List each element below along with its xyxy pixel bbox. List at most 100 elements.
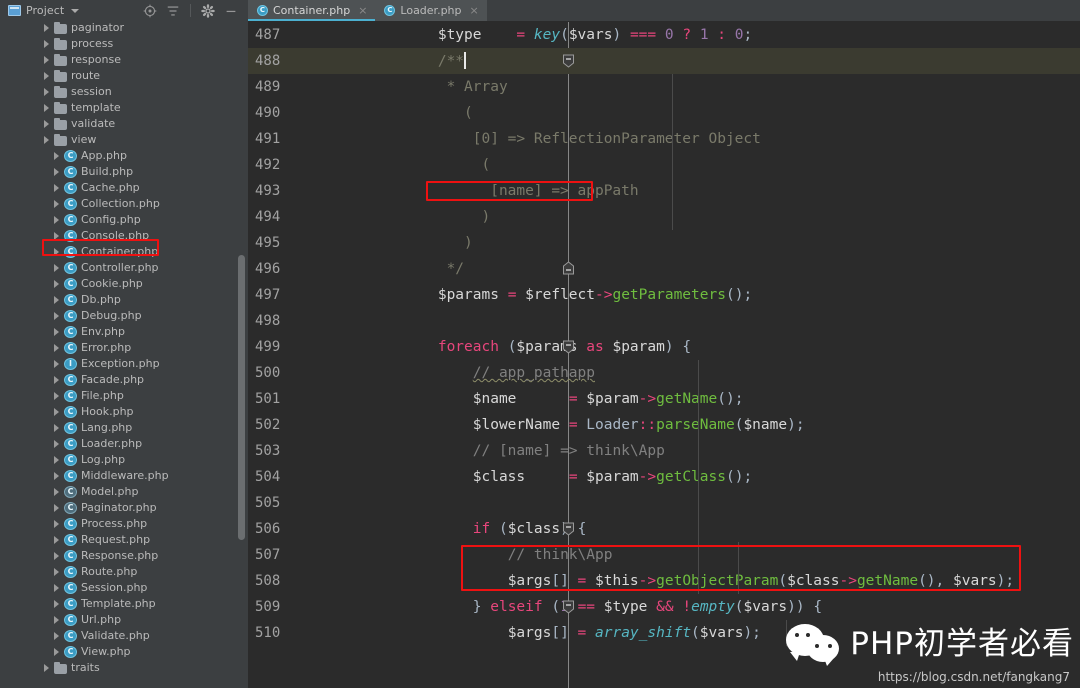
code-line-487[interactable]: 487 $type = key($vars) === 0 ? 1 : 0;: [248, 22, 1080, 48]
code-text[interactable]: } elseif (1 == $type && !empty($vars)) {: [368, 599, 822, 615]
chevron-right-icon[interactable]: [54, 520, 59, 528]
chevron-right-icon[interactable]: [54, 616, 59, 624]
tree-item-log-php[interactable]: C Log.php: [0, 452, 248, 468]
tree-item-validate-php[interactable]: C Validate.php: [0, 628, 248, 644]
collapse-target-icon[interactable]: [143, 4, 157, 18]
tree-item-cache-php[interactable]: C Cache.php: [0, 180, 248, 196]
tree-item-console-php[interactable]: C Console.php: [0, 228, 248, 244]
chevron-right-icon[interactable]: [54, 200, 59, 208]
tree-item-request-php[interactable]: C Request.php: [0, 532, 248, 548]
collapse-all-icon[interactable]: [166, 4, 180, 18]
tree-item-paginator-php[interactable]: C Paginator.php: [0, 500, 248, 516]
code-line-495[interactable]: 495 ): [248, 230, 1080, 256]
code-text[interactable]: (: [368, 105, 473, 121]
fold-toggle-icon-499[interactable]: [561, 339, 576, 354]
tree-item-cookie-php[interactable]: C Cookie.php: [0, 276, 248, 292]
fold-toggle-icon-496[interactable]: [561, 261, 576, 276]
fold-toggle-icon-506[interactable]: [561, 521, 576, 536]
chevron-right-icon[interactable]: [54, 392, 59, 400]
chevron-right-icon[interactable]: [44, 136, 49, 144]
chevron-right-icon[interactable]: [44, 40, 49, 48]
tree-item-collection-php[interactable]: C Collection.php: [0, 196, 248, 212]
tree-item-db-php[interactable]: C Db.php: [0, 292, 248, 308]
tree-item-debug-php[interactable]: C Debug.php: [0, 308, 248, 324]
chevron-right-icon[interactable]: [44, 104, 49, 112]
code-text[interactable]: [name] => appPath: [368, 183, 638, 199]
chevron-right-icon[interactable]: [54, 280, 59, 288]
code-line-508[interactable]: 508 $args[] = $this->getObjectParam($cla…: [248, 568, 1080, 594]
tree-item-file-php[interactable]: C File.php: [0, 388, 248, 404]
chevron-right-icon[interactable]: [54, 376, 59, 384]
editor-tab-container-php[interactable]: C Container.php ×: [248, 0, 376, 21]
code-line-491[interactable]: 491 [0] => ReflectionParameter Object: [248, 126, 1080, 152]
code-line-499[interactable]: 499 foreach ($params as $param) {: [248, 334, 1080, 360]
chevron-right-icon[interactable]: [54, 248, 59, 256]
code-text[interactable]: /**: [368, 51, 467, 70]
tree-item-session[interactable]: session: [0, 84, 248, 100]
chevron-right-icon[interactable]: [54, 504, 59, 512]
tree-item-session-php[interactable]: C Session.php: [0, 580, 248, 596]
tree-item-facade-php[interactable]: C Facade.php: [0, 372, 248, 388]
code-text[interactable]: (: [368, 157, 490, 173]
code-text[interactable]: ): [368, 209, 490, 225]
tree-item-middleware-php[interactable]: C Middleware.php: [0, 468, 248, 484]
tree-item-container-php[interactable]: C Container.php: [0, 244, 248, 260]
project-panel-title-group[interactable]: Project: [4, 4, 80, 17]
sidebar-scrollbar[interactable]: [238, 255, 245, 540]
chevron-right-icon[interactable]: [54, 456, 59, 464]
code-text[interactable]: // app_pathapp: [368, 365, 595, 381]
code-text[interactable]: $type = key($vars) === 0 ? 1 : 0;: [368, 27, 752, 43]
tree-item-paginator[interactable]: paginator: [0, 20, 248, 36]
chevron-right-icon[interactable]: [54, 344, 59, 352]
code-text[interactable]: ): [368, 235, 473, 251]
code-text[interactable]: // [name] => think\App: [368, 443, 665, 459]
chevron-right-icon[interactable]: [54, 184, 59, 192]
tree-item-process-php[interactable]: C Process.php: [0, 516, 248, 532]
close-icon[interactable]: ×: [358, 4, 367, 17]
chevron-right-icon[interactable]: [54, 632, 59, 640]
chevron-right-icon[interactable]: [54, 360, 59, 368]
tree-item-view-php[interactable]: C View.php: [0, 644, 248, 660]
code-line-496[interactable]: 496 */: [248, 256, 1080, 282]
code-text[interactable]: $class = $param->getClass();: [368, 469, 752, 485]
chevron-right-icon[interactable]: [54, 552, 59, 560]
chevron-right-icon[interactable]: [44, 24, 49, 32]
tree-item-template-php[interactable]: C Template.php: [0, 596, 248, 612]
code-text[interactable]: $params = $reflect->getParameters();: [368, 287, 752, 303]
code-line-503[interactable]: 503 // [name] => think\App: [248, 438, 1080, 464]
code-line-502[interactable]: 502 $lowerName = Loader::parseName($name…: [248, 412, 1080, 438]
tree-item-traits[interactable]: traits: [0, 660, 248, 676]
code-line-494[interactable]: 494 ): [248, 204, 1080, 230]
tree-item-exception-php[interactable]: I Exception.php: [0, 356, 248, 372]
chevron-right-icon[interactable]: [54, 536, 59, 544]
close-icon[interactable]: ×: [470, 4, 479, 17]
code-line-488[interactable]: 488 /**: [248, 48, 1080, 74]
chevron-right-icon[interactable]: [54, 216, 59, 224]
chevron-right-icon[interactable]: [44, 120, 49, 128]
fold-toggle-icon-509[interactable]: [561, 599, 576, 614]
editor-tab-loader-php[interactable]: C Loader.php ×: [375, 0, 487, 21]
code-line-506[interactable]: 506 if ($class) {: [248, 516, 1080, 542]
code-line-509[interactable]: 509 } elseif (1 == $type && !empty($vars…: [248, 594, 1080, 620]
chevron-right-icon[interactable]: [44, 72, 49, 80]
tree-item-url-php[interactable]: C Url.php: [0, 612, 248, 628]
chevron-right-icon[interactable]: [54, 424, 59, 432]
code-viewport[interactable]: 487 $type = key($vars) === 0 ? 1 : 0; 488…: [248, 22, 1080, 688]
code-text[interactable]: foreach ($params as $param) {: [368, 339, 691, 355]
code-line-492[interactable]: 492 (: [248, 152, 1080, 178]
chevron-right-icon[interactable]: [44, 56, 49, 64]
code-line-493[interactable]: 493 [name] => appPath: [248, 178, 1080, 204]
chevron-right-icon[interactable]: [54, 312, 59, 320]
tree-item-validate[interactable]: validate: [0, 116, 248, 132]
code-text[interactable]: [0] => ReflectionParameter Object: [368, 131, 761, 147]
code-line-504[interactable]: 504 $class = $param->getClass();: [248, 464, 1080, 490]
chevron-right-icon[interactable]: [54, 264, 59, 272]
code-text[interactable]: $name = $param->getName();: [368, 391, 744, 407]
project-file-tree[interactable]: paginator process response route session temp…: [0, 18, 248, 688]
chevron-right-icon[interactable]: [54, 168, 59, 176]
code-text[interactable]: $args[] = $this->getObjectParam($class->…: [368, 573, 1014, 589]
chevron-right-icon[interactable]: [54, 408, 59, 416]
chevron-right-icon[interactable]: [54, 472, 59, 480]
tree-item-model-php[interactable]: C Model.php: [0, 484, 248, 500]
code-text[interactable]: $args[] = array_shift($vars);: [368, 625, 761, 641]
